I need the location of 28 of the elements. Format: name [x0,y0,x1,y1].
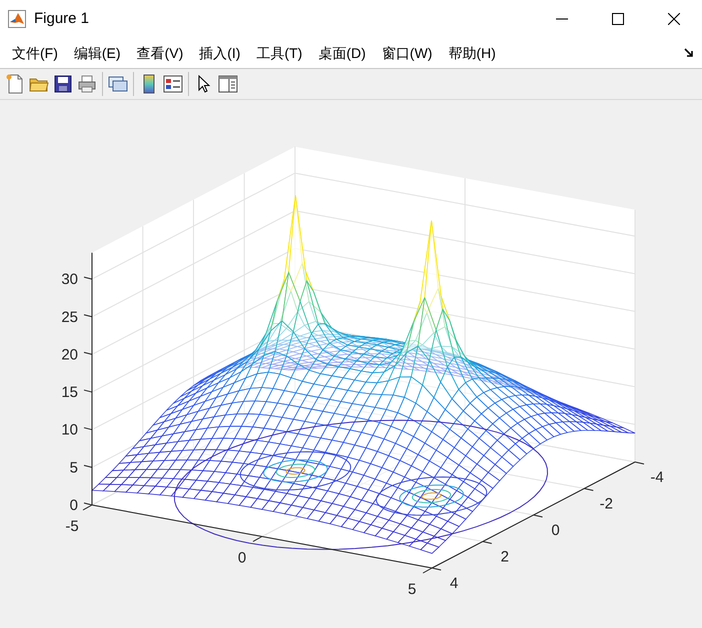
menu-item[interactable]: 工具(T) [248,42,310,64]
tick-label: 15 [61,384,78,402]
menu-item[interactable]: 文件(F) [4,42,66,64]
window-title: Figure 1 [34,8,90,29]
tick-label: 0 [70,497,78,514]
menu-item[interactable]: 窗口(W) [374,42,440,64]
tick-label: -4 [650,469,664,486]
menu-item[interactable]: 编辑(E) [66,42,129,64]
tick-label: 10 [61,422,78,439]
dock-arrow-icon[interactable] [684,48,694,58]
tick-label: -5 [65,518,79,535]
tick-label: 2 [500,548,509,566]
tick-label: 0 [238,550,246,566]
close-icon [668,12,680,25]
tick-label: 5 [408,581,416,598]
menu-item[interactable]: 帮助(H) [440,42,504,64]
tick-label: 0 [551,522,560,539]
tick-label: 30 [61,271,78,288]
maximize-icon [612,12,624,25]
tick-label: -2 [600,496,613,512]
menu-item[interactable]: 查看(V) [128,42,192,64]
tick-label: 25 [61,308,78,326]
menu-item[interactable]: 桌面(D) [310,42,374,64]
tick-label: 5 [70,459,78,476]
tick-label: 20 [61,346,78,364]
app-logo-icon [8,10,26,28]
menu-item[interactable]: 插入(I) [191,42,248,64]
tick-label: 4 [450,575,458,592]
